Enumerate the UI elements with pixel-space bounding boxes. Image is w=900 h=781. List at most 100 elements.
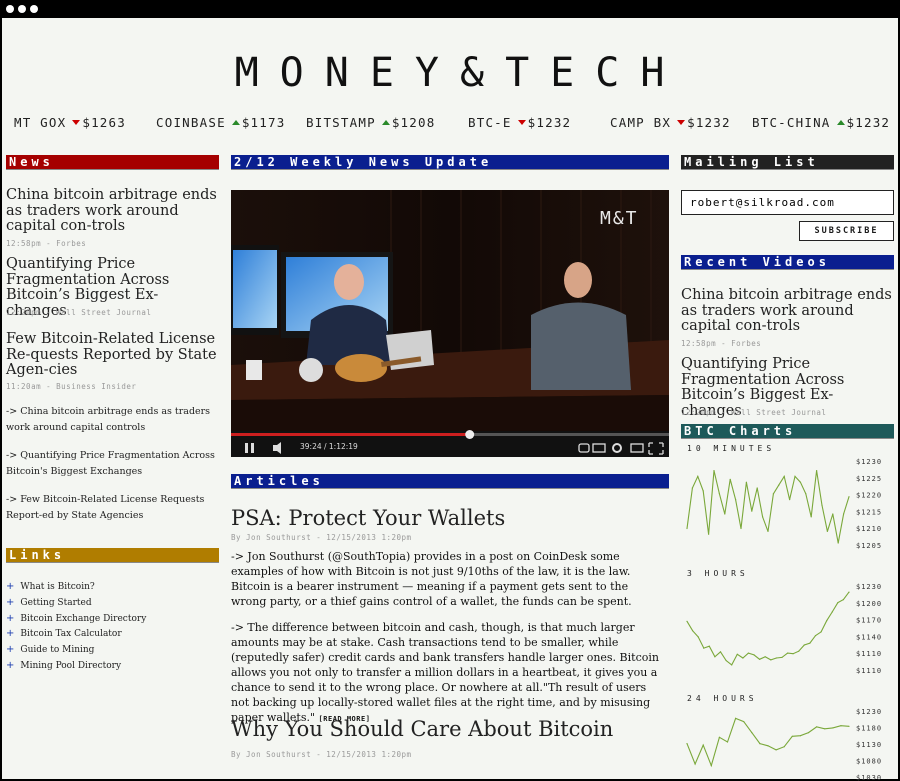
link-label: Mining Pool Directory: [20, 660, 122, 671]
ticker-item[interactable]: COINBASE $1173: [156, 115, 285, 130]
price-point: [820, 631, 822, 633]
price-point: [840, 725, 842, 727]
exchange-name: CAMP BX: [610, 115, 672, 130]
price-point: [831, 611, 833, 613]
price-point: [714, 656, 716, 658]
price-point: [726, 741, 729, 743]
ticker-item[interactable]: BTC-E $1232: [468, 115, 571, 130]
price-point: [724, 513, 726, 515]
list-item[interactable]: + Getting Started: [6, 597, 146, 613]
price-point: [708, 645, 710, 647]
chart-title: 3 HOURS: [687, 569, 749, 578]
link-label: Getting Started: [20, 597, 92, 608]
price-point: [767, 530, 769, 532]
news-link[interactable]: -> China bitcoin arbitrage ends as trade…: [6, 404, 216, 436]
price-series-line: [686, 470, 850, 544]
link-label: Guide to Mining: [20, 645, 95, 656]
subtitles-icon[interactable]: [591, 438, 607, 456]
price-point: [814, 635, 817, 637]
video-headline[interactable]: China bitcoin arbitrage ends as traders …: [681, 287, 894, 335]
price-point: [798, 650, 800, 652]
price-point: [735, 499, 737, 501]
link-label: Bitcoin Tax Calculator: [20, 629, 122, 640]
price-point: [742, 657, 744, 659]
article-meta: By Jon Southurst - 12/15/2013 1:20pm: [231, 533, 412, 542]
btc-chart-10-minutes[interactable]: $1230 $1225 $1220 $1215 $1210 $1205: [681, 455, 894, 550]
ticker-item[interactable]: CAMP BX $1232: [610, 115, 731, 130]
subscribe-button[interactable]: SUBSCRIBE: [799, 221, 894, 241]
price-point: [832, 513, 834, 515]
ticker-item[interactable]: MT GOX $1263: [14, 115, 126, 130]
list-item[interactable]: + Guide to Mining: [6, 644, 146, 660]
price-down-icon: [517, 120, 526, 125]
price-point: [751, 510, 753, 512]
price-point: [686, 527, 688, 530]
price-point: [821, 504, 823, 506]
price-point: [837, 542, 839, 544]
volume-icon[interactable]: [269, 438, 285, 456]
y-tick-label: $1220: [856, 492, 882, 500]
price-point: [805, 493, 807, 495]
price-point: [791, 735, 793, 737]
price-point: [747, 652, 749, 654]
y-tick-label: $1215: [856, 508, 882, 516]
price-point: [756, 487, 758, 489]
price-up-icon: [231, 120, 240, 125]
list-item[interactable]: + Bitcoin Tax Calculator: [6, 628, 146, 644]
price-point: [770, 659, 772, 661]
settings-gear-icon[interactable]: [610, 438, 626, 456]
price-point: [764, 656, 766, 658]
price-point: [694, 763, 696, 765]
price-point: [803, 644, 805, 646]
price-point: [837, 602, 839, 604]
exchange-price: $1232: [846, 115, 891, 130]
exchange-price: $1232: [527, 115, 572, 130]
list-item[interactable]: + What is Bitcoin?: [6, 581, 146, 597]
price-point: [753, 654, 755, 656]
y-tick-label: $1140: [856, 633, 882, 641]
ticker-item[interactable]: BTC-CHINA $1232: [752, 115, 890, 130]
email-field[interactable]: [681, 190, 894, 215]
article-meta: By Jon Southurst - 12/15/2013 1:20pm: [231, 750, 412, 759]
news-link[interactable]: -> Few Bitcoin-Related License Requests …: [6, 492, 216, 524]
ticker-item[interactable]: BITSTAMP $1208: [306, 115, 435, 130]
list-item[interactable]: + Mining Pool Directory: [6, 660, 146, 676]
y-tick-label: $1230: [856, 583, 882, 591]
price-series-line: [686, 591, 850, 666]
news-link[interactable]: -> Quantifying Price Fragmentation Acros…: [6, 448, 216, 480]
price-point: [719, 651, 722, 653]
exchange-name: COINBASE: [156, 115, 226, 130]
price-point: [781, 656, 783, 658]
fullscreen-icon[interactable]: [647, 438, 665, 456]
article-title[interactable]: PSA: Protect Your Wallets: [231, 506, 505, 530]
news-headline[interactable]: China bitcoin arbitrage ends as traders …: [6, 187, 219, 235]
news-headline[interactable]: Few Bitcoin-Related License Re-quests Re…: [6, 331, 219, 379]
price-point: [691, 487, 693, 489]
price-point: [740, 527, 742, 530]
price-point: [767, 745, 769, 747]
news-header: News: [6, 155, 219, 170]
btc-chart-3-hours[interactable]: $1230 $1200 $1170 $1140 $1110 $1110: [681, 580, 894, 675]
y-tick-label: $1170: [856, 617, 882, 625]
site-title[interactable]: MONEY&TECH: [0, 50, 900, 96]
y-tick-label: $1210: [856, 525, 882, 533]
list-item[interactable]: + Bitcoin Exchange Directory: [6, 613, 146, 629]
price-down-icon: [72, 120, 81, 125]
price-point: [731, 664, 733, 666]
video-time: 39:24 / 1:12:19: [300, 442, 358, 451]
price-point: [807, 732, 810, 734]
exchange-name: MT GOX: [14, 115, 67, 130]
price-point: [787, 652, 789, 654]
price-point: [697, 636, 699, 638]
btc-chart-24-hours[interactable]: $1230 $1180 $1130 $1080 $1030: [681, 705, 894, 781]
captions-icon[interactable]: [576, 438, 592, 456]
y-tick-label: $1080: [856, 758, 882, 766]
pause-icon[interactable]: [239, 438, 259, 456]
price-point: [778, 484, 780, 486]
article-title[interactable]: Why You Should Care About Bitcoin: [231, 717, 613, 741]
price-point: [826, 530, 828, 532]
price-point: [794, 475, 796, 477]
theater-mode-icon[interactable]: [629, 438, 645, 456]
price-point: [775, 657, 777, 659]
video-player[interactable]: M&T 39:24 / 1:12:19: [231, 190, 669, 457]
